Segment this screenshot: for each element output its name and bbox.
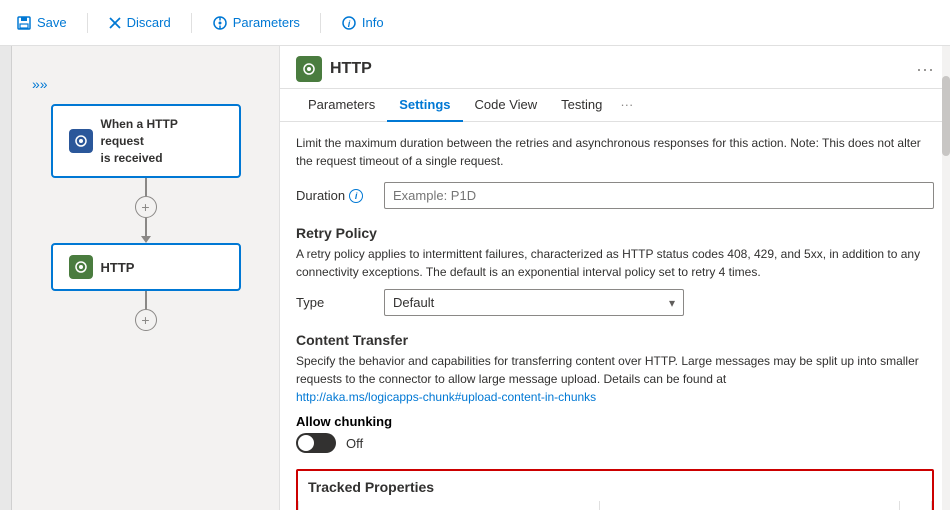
v-line-2: [145, 218, 147, 236]
http-action-label: HTTP: [101, 260, 135, 275]
dropdown-chevron-icon: ▾: [669, 296, 675, 310]
add-step-button-1[interactable]: +: [135, 196, 157, 218]
toolbar-separator-3: [320, 13, 321, 33]
panel-content: Limit the maximum duration between the r…: [280, 122, 950, 510]
parameters-button[interactable]: Parameters: [212, 15, 300, 31]
http-action-box[interactable]: HTTP: [51, 243, 241, 291]
right-panel-scrollbar[interactable]: [942, 46, 950, 510]
svg-text:i: i: [348, 19, 351, 29]
http-connector-icon: [73, 259, 89, 275]
chunking-toggle-row: Off: [296, 433, 934, 453]
duration-label: Duration i: [296, 188, 376, 203]
expand-canvas-button[interactable]: »»: [32, 76, 48, 92]
tab-code-view[interactable]: Code View: [463, 89, 550, 122]
type-dropdown[interactable]: Default ▾: [384, 289, 684, 316]
retry-policy-desc: A retry policy applies to intermittent f…: [296, 245, 934, 281]
tab-settings[interactable]: Settings: [387, 89, 462, 122]
tabs-bar: Parameters Settings Code View Testing ··…: [280, 89, 950, 122]
tracked-property-delete[interactable]: ✕: [900, 501, 932, 510]
panel-more-button[interactable]: ···: [916, 59, 934, 80]
panel-title: HTTP: [330, 60, 908, 78]
toggle-knob: [298, 435, 314, 451]
toolbar-separator: [87, 13, 88, 33]
trigger-connector-icon: [73, 133, 89, 149]
panel-header-icon: [296, 56, 322, 82]
info-button[interactable]: i Info: [341, 15, 384, 31]
tracked-properties-title: Tracked Properties: [298, 471, 932, 501]
type-row: Type Default ▾: [296, 289, 934, 316]
v-line-3: [145, 291, 147, 309]
duration-row: Duration i: [296, 182, 934, 209]
canvas-panel: »» When a HTTP requestis received +: [0, 46, 280, 510]
content-transfer-title: Content Transfer: [296, 332, 934, 348]
toggle-state-label: Off: [346, 436, 363, 451]
tracked-property-key[interactable]: MyCustomTrackedProperty1: [299, 501, 600, 510]
info-icon: i: [341, 15, 357, 31]
retry-policy-title: Retry Policy: [296, 225, 934, 241]
duration-input[interactable]: [384, 182, 934, 209]
tracked-property-row: MyCustomTrackedProperty1 "TrackedValue1"…: [299, 501, 932, 510]
canvas-inner: »» When a HTTP requestis received +: [0, 76, 279, 331]
parameters-icon: [212, 15, 228, 31]
type-label: Type: [296, 295, 376, 310]
discard-button[interactable]: Discard: [108, 15, 171, 30]
right-panel: HTTP ··· Parameters Settings Code View T…: [280, 46, 950, 510]
main-area: »» When a HTTP requestis received +: [0, 46, 950, 510]
http-action-icon: [69, 255, 93, 279]
arrow-down-1: [141, 236, 151, 243]
connector-1: +: [135, 178, 157, 243]
panel-header: HTTP ···: [280, 46, 950, 89]
settings-description: Limit the maximum duration between the r…: [296, 134, 934, 170]
discard-icon: [108, 16, 122, 30]
type-dropdown-value: Default: [393, 295, 434, 310]
trigger-box[interactable]: When a HTTP requestis received: [51, 104, 241, 178]
toolbar: Save Discard Parameters i Info: [0, 0, 950, 46]
content-transfer-desc: Specify the behavior and capabilities fo…: [296, 352, 934, 406]
http-panel-icon: [301, 61, 317, 77]
content-transfer-link[interactable]: http://aka.ms/logicapps-chunk#upload-con…: [296, 390, 596, 404]
tracked-property-value[interactable]: "TrackedValue1": [600, 501, 900, 510]
chunking-toggle[interactable]: [296, 433, 336, 453]
tab-more[interactable]: ···: [614, 89, 639, 122]
tracked-properties-box: Tracked Properties MyCustomTrackedProper…: [296, 469, 934, 510]
save-icon: [16, 15, 32, 31]
tab-testing[interactable]: Testing: [549, 89, 614, 122]
save-button[interactable]: Save: [16, 15, 67, 31]
v-line-1: [145, 178, 147, 196]
connector-2: +: [135, 291, 157, 331]
scroll-thumb: [942, 76, 950, 156]
canvas-scrollbar[interactable]: [0, 46, 12, 510]
trigger-label: When a HTTP requestis received: [101, 116, 223, 166]
toolbar-separator-2: [191, 13, 192, 33]
chunking-label: Allow chunking: [296, 414, 392, 429]
add-step-button-2[interactable]: +: [135, 309, 157, 331]
tracked-properties-table: MyCustomTrackedProperty1 "TrackedValue1"…: [298, 501, 932, 510]
duration-info-icon[interactable]: i: [349, 189, 363, 203]
chunking-label-row: Allow chunking: [296, 414, 934, 429]
trigger-icon: [69, 129, 93, 153]
tab-parameters[interactable]: Parameters: [296, 89, 387, 122]
